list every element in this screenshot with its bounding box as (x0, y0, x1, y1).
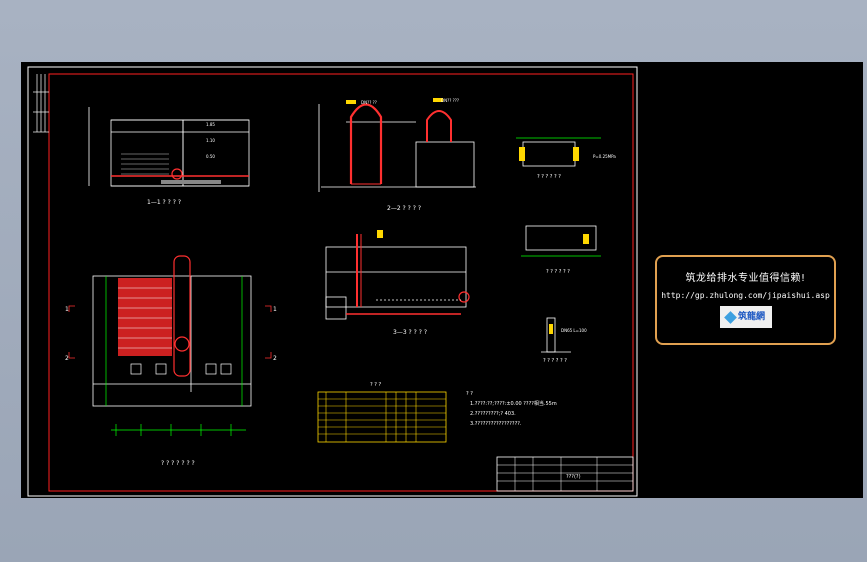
marker-2-right: 2 (273, 355, 277, 362)
table-title: ? ? ? (370, 382, 381, 388)
svg-text:1.10: 1.10 (206, 138, 215, 143)
svg-text:DN?? ??: DN?? ?? (361, 100, 377, 105)
zhulong-logo[interactable]: 筑龍網 (719, 306, 772, 328)
ad-slogan: 筑龙给排水专业值得信赖! (685, 273, 806, 284)
svg-text:DN65 L=100: DN65 L=100 (561, 328, 587, 333)
title-block-name: ???(?) (566, 474, 581, 480)
marker-1-left: 1 (65, 306, 69, 313)
diamond-icon (724, 310, 737, 324)
notes: ? ? 1.????:??;????:±0.00 ????相当.55m 2.??… (466, 391, 557, 427)
notes-title: ? ? (466, 391, 473, 397)
plan-view: ? ? ? ? ? ? ? 1 2 1 2 (65, 255, 277, 467)
marker-2-left: 2 (65, 355, 69, 362)
section-1-1: 1.85 1.10 0.50 1—1 ? ? ? ? (88, 107, 250, 206)
detail-bottom: DN65 L=100 ? ? ? ? ? ? (541, 317, 587, 364)
filter-block (118, 278, 172, 356)
logo-text: 筑龍網 (737, 312, 765, 322)
section-1-1-title: 1—1 ? ? ? ? (147, 199, 181, 206)
left-strip (33, 74, 49, 133)
detail-middle: ? ? ? ? ? ? (521, 225, 601, 275)
svg-text:0.50: 0.50 (206, 154, 215, 159)
section-3-3-title: 3—3 ? ? ? ? (393, 329, 427, 336)
section-3-3: 3—3 ? ? ? ? (325, 230, 470, 336)
svg-text:DN?? ???: DN?? ??? (441, 98, 459, 103)
marker-1-right: 1 (273, 306, 277, 313)
materials-table: ? ? ? (317, 382, 447, 443)
section-2-2: DN?? ?? DN?? ??? 2—2 ? ? ? ? (318, 98, 476, 212)
zhulong-ad-box[interactable]: 筑龙给排水专业值得信赖! http://gp.zhulong.com/jipai… (655, 255, 836, 345)
detail-b-title: ? ? ? ? ? ? (546, 269, 570, 275)
plan-title: ? ? ? ? ? ? ? (161, 460, 195, 467)
detail-a-title: ? ? ? ? ? ? (537, 174, 561, 180)
title-block: ???(?) (496, 456, 634, 492)
detail-top: P=0.25MPa ? ? ? ? ? ? (516, 137, 616, 180)
svg-text:1.85: 1.85 (206, 122, 215, 127)
notes-line-3: 3.?????????????????. (470, 421, 522, 427)
notes-line-1: 1.????:??;????:±0.00 ????相当.55m (470, 400, 557, 407)
svg-text:P=0.25MPa: P=0.25MPa (593, 154, 616, 159)
detail-c-title: ? ? ? ? ? ? (543, 358, 567, 364)
notes-line-2: 2.?????????;? 403. (470, 411, 516, 417)
section-2-2-title: 2—2 ? ? ? ? (387, 205, 421, 212)
ad-url-link[interactable]: http://gp.zhulong.com/jipaishui.asp (657, 291, 834, 300)
